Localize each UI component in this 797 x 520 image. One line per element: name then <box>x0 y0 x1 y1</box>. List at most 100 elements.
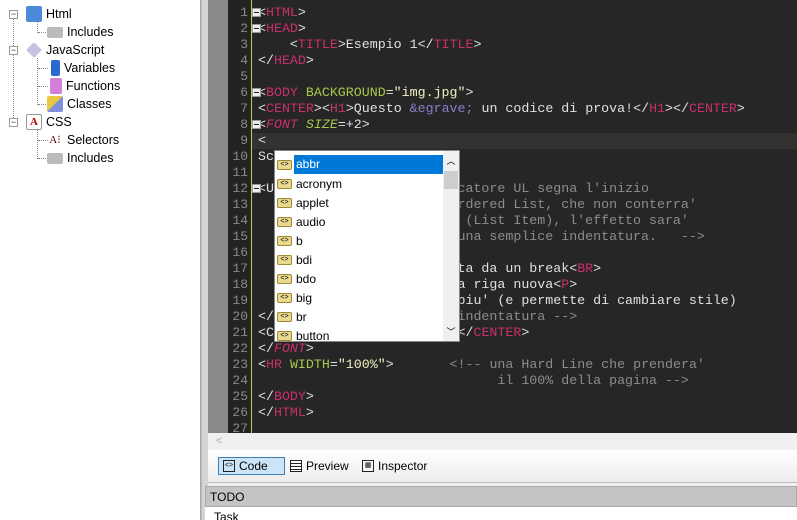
code-token: SIZE <box>305 117 338 132</box>
tab-code[interactable]: <> Code <box>218 457 285 475</box>
autocomplete-item[interactable]: <> applet <box>275 193 445 212</box>
tree-item-css[interactable]: A CSS <box>26 113 72 131</box>
line-number: 26 <box>232 405 248 420</box>
tab-inspector[interactable]: ▦ Inspector <box>358 457 431 475</box>
tag-icon: <> <box>277 292 292 303</box>
tree-item-classes[interactable]: Classes <box>47 95 111 113</box>
fold-toggle-icon[interactable] <box>252 8 261 17</box>
code-token: HEAD <box>273 53 306 68</box>
line-number: 2 <box>240 21 248 36</box>
autocomplete-popup[interactable]: <> abbr <> acronym <> applet <> audio <> b <> bdi <>… <box>274 150 460 342</box>
code-line-24[interactable]: il 100% della pagina --> <box>258 373 689 389</box>
autocomplete-item[interactable]: <> audio <box>275 212 445 231</box>
line-number: 1 <box>240 5 248 20</box>
code-line-26[interactable]: </HTML> <box>258 405 314 421</box>
code-line-1[interactable]: <HTML> <box>258 5 306 21</box>
tag-icon: <> <box>277 273 292 284</box>
line-number: 22 <box>232 341 248 356</box>
line-number: 13 <box>232 197 248 212</box>
tag-icon: <> <box>277 159 292 170</box>
splitter[interactable] <box>201 0 208 520</box>
code-token: > <box>305 389 314 404</box>
code-token: <C <box>258 325 274 340</box>
line-number: 17 <box>232 261 248 276</box>
code-token: < <box>258 37 298 52</box>
autocomplete-item-label: button <box>296 328 330 342</box>
tree-item-functions[interactable]: Functions <box>47 77 120 95</box>
javascript-icon <box>26 42 42 58</box>
fold-toggle-icon[interactable] <box>252 88 261 97</box>
tab-preview[interactable]: Preview <box>286 457 353 475</box>
autocomplete-item[interactable]: <> big <box>275 288 445 307</box>
tree-item-javascript[interactable]: JavaScript <box>26 41 104 59</box>
code-token: > <box>297 5 306 20</box>
tag-icon: <> <box>277 197 292 208</box>
code-line-6[interactable]: <BODY BACKGROUND="img.jpg"> <box>258 85 473 101</box>
horizontal-scrollbar[interactable]: < <box>208 433 797 450</box>
code-token: WIDTH <box>289 357 330 372</box>
code-line-23[interactable]: <HR WIDTH="100%"> <!-- una Hard Line che… <box>258 357 705 373</box>
line-number: 10 <box>232 149 248 164</box>
folder-icon <box>47 26 63 38</box>
autocomplete-item-label: abbr <box>294 155 444 174</box>
code-line-25[interactable]: </BODY> <box>258 389 314 405</box>
code-token: HR <box>265 357 282 372</box>
fold-toggle-icon[interactable] <box>252 184 261 193</box>
code-token: TITLE <box>433 37 474 52</box>
code-token: > <box>569 277 578 292</box>
code-token: </ <box>258 309 274 324</box>
code-line-9[interactable]: < <box>258 133 266 149</box>
fold-toggle-icon[interactable] <box>252 24 261 33</box>
code-line-2[interactable]: <HEAD> <box>258 21 306 37</box>
fold-toggle-icon[interactable] <box>252 120 261 129</box>
code-line-7[interactable]: <CENTER><H1>Questo &egrave; un codice di… <box>258 101 745 117</box>
code-token: =+2 <box>337 117 362 132</box>
code-line-4[interactable]: </HEAD> <box>258 53 314 69</box>
autocomplete-item-label: b <box>296 233 303 248</box>
collapse-toggle[interactable]: − <box>9 10 18 19</box>
code-token: H1 <box>329 101 346 116</box>
tree-item-css-includes[interactable]: Includes <box>47 149 114 167</box>
tree-item-variables[interactable]: Variables <box>47 59 115 77</box>
line-number: 14 <box>232 213 248 228</box>
tag-icon: <> <box>277 235 292 246</box>
popup-scrollbar[interactable]: ︿ ﹀ <box>443 151 459 341</box>
collapse-toggle[interactable]: − <box>9 118 18 127</box>
scroll-down-icon[interactable]: ﹀ <box>443 325 459 338</box>
autocomplete-item-label: applet <box>296 195 329 210</box>
line-numbers: 1 2 3 4 5 6 7 8 9 10 11 12 13 14 15 16 17 18 19 20 21 22 23 24 2… <box>228 0 252 433</box>
autocomplete-item[interactable]: <> button <box>275 326 445 342</box>
autocomplete-item[interactable]: <> abbr <box>275 155 445 174</box>
css-icon: A <box>26 114 42 130</box>
scroll-up-icon[interactable]: ︿ <box>443 154 459 167</box>
autocomplete-item-label: big <box>296 290 313 305</box>
tree-item-html[interactable]: Html <box>26 5 72 23</box>
code-line-3[interactable]: <TITLE>Esempio 1</TITLE> <box>258 37 482 53</box>
code-token: > <box>736 101 745 116</box>
scroll-left-icon[interactable]: < <box>216 435 222 447</box>
scroll-thumb[interactable] <box>444 171 458 189</box>
code-token: BODY <box>265 85 298 100</box>
autocomplete-item[interactable]: <> br <box>275 307 445 326</box>
code-icon: <> <box>223 460 235 472</box>
code-line-22[interactable]: </FONT> <box>258 341 314 357</box>
code-token: H1 <box>649 101 666 116</box>
code-token: >Esempio 1</ <box>337 37 434 52</box>
tag-icon: <> <box>277 216 292 227</box>
line-number: 21 <box>232 325 248 340</box>
autocomplete-item[interactable]: <> b <box>275 231 445 250</box>
line-number: 12 <box>232 181 248 196</box>
code-line-8[interactable]: <FONT SIZE=+2> <box>258 117 370 133</box>
code-token: </ <box>258 405 274 420</box>
tree-item-html-includes[interactable]: Includes <box>47 23 114 41</box>
autocomplete-item[interactable]: <> acronym <box>275 174 445 193</box>
task-column-header[interactable]: Task <box>205 507 797 520</box>
selector-icon: A⁝ <box>49 134 61 146</box>
line-number: 15 <box>232 229 248 244</box>
autocomplete-item[interactable]: <> bdi <box>275 250 445 269</box>
code-token: FONT <box>273 341 306 356</box>
autocomplete-item[interactable]: <> bdo <box>275 269 445 288</box>
code-line-10[interactable]: Sc <box>258 149 274 165</box>
tree-item-selectors[interactable]: A⁝ Selectors <box>47 131 119 149</box>
collapse-toggle[interactable]: − <box>9 46 18 55</box>
